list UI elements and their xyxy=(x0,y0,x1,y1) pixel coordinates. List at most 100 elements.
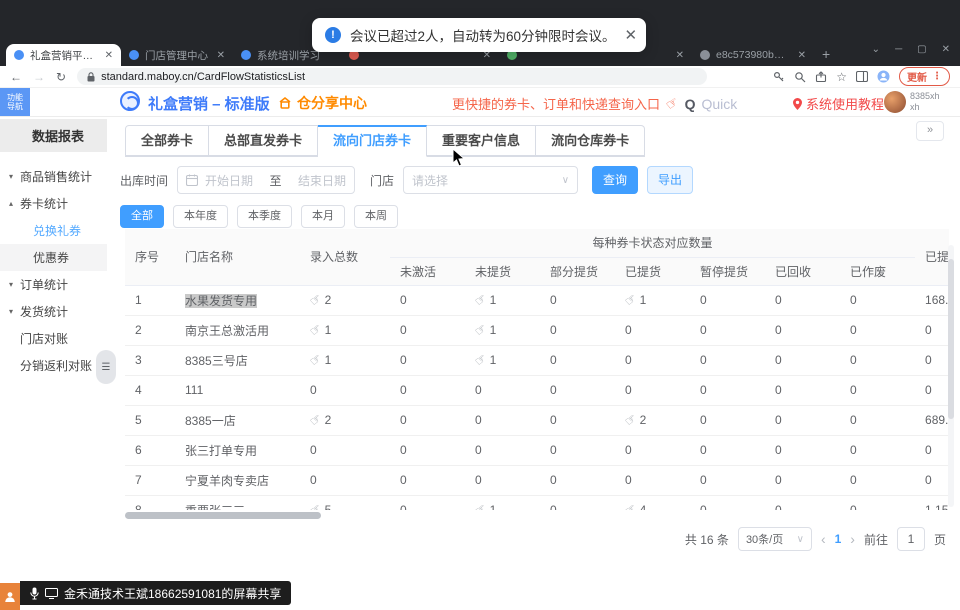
sidebar-item[interactable]: 分销返利对账 xyxy=(0,352,107,379)
tab-总部直发券卡[interactable]: 总部直发券卡 xyxy=(209,125,318,156)
tab-close-icon[interactable]: ✕ xyxy=(105,50,113,61)
function-nav-button[interactable]: 功能 导航 xyxy=(0,88,30,116)
count-link[interactable]: ☞4 xyxy=(625,503,646,510)
share-icon[interactable] xyxy=(815,71,827,83)
quick-label[interactable]: Quick xyxy=(701,96,737,112)
tab-流向门店券卡[interactable]: 流向门店券卡 xyxy=(318,125,427,157)
count-link[interactable]: ☞1 xyxy=(625,293,646,307)
profile-icon[interactable] xyxy=(877,70,890,83)
house-icon xyxy=(278,96,292,110)
pointer-icon: ☞ xyxy=(306,500,325,510)
sidebar-item[interactable]: 优惠券 xyxy=(0,244,107,271)
side-panel-icon[interactable] xyxy=(856,71,868,82)
count-link[interactable]: ☞1 xyxy=(475,293,496,307)
table-row: 2南京王总激活用☞10☞1000000 xyxy=(125,315,949,345)
cell-status: 0 xyxy=(540,345,615,375)
count-link[interactable]: ☞2 xyxy=(310,413,331,427)
col-status: 暂停提货 xyxy=(690,257,765,285)
prev-page-button[interactable]: ‹ xyxy=(821,531,826,547)
quick-range-chip[interactable]: 本月 xyxy=(301,205,345,228)
quick-range-chip[interactable]: 本周 xyxy=(354,205,398,228)
tab-流向仓库券卡[interactable]: 流向仓库券卡 xyxy=(536,125,645,156)
minimize-button[interactable]: ─ xyxy=(895,44,902,55)
forward-icon[interactable]: → xyxy=(33,70,45,84)
store-select[interactable]: 请选择 ∨ xyxy=(403,166,578,194)
count-link[interactable]: ☞1 xyxy=(475,353,496,367)
end-date-placeholder: 结束日期 xyxy=(289,172,347,189)
maximize-button[interactable]: ▢ xyxy=(917,44,926,55)
count-link[interactable]: ☞2 xyxy=(310,293,331,307)
sidebar-item[interactable]: ▾订单统计 xyxy=(0,271,107,298)
pointer-icon: ☞ xyxy=(471,320,490,340)
cell-status: 0 xyxy=(465,465,540,495)
tab-全部券卡[interactable]: 全部券卡 xyxy=(125,125,209,156)
page-size-select[interactable]: 30条/页 ∨ xyxy=(738,527,812,551)
export-button[interactable]: 导出 xyxy=(647,166,693,194)
tab-重要客户信息[interactable]: 重要客户信息 xyxy=(427,125,536,156)
address-bar[interactable]: standard.maboy.cn/CardFlowStatisticsList xyxy=(77,68,707,85)
kebab-menu-icon[interactable]: ⋮ xyxy=(932,71,942,82)
cell-status: 0 xyxy=(690,405,765,435)
tab-close-icon[interactable]: ✕ xyxy=(798,50,806,61)
cell-status: 0 xyxy=(390,495,465,510)
search-button[interactable]: 查询 xyxy=(592,166,638,194)
goto-page-input[interactable]: 1 xyxy=(897,527,925,551)
browser-tab[interactable]: 门店管理中心 ✕ xyxy=(121,44,233,66)
count-link[interactable]: ☞5 xyxy=(310,503,331,510)
panel-collapse-button[interactable]: » xyxy=(916,121,944,141)
date-range-input[interactable]: 开始日期 至 结束日期 xyxy=(177,166,355,194)
zoom-icon[interactable] xyxy=(794,71,806,83)
arrow-down-icon: ▾ xyxy=(9,307,13,316)
close-button[interactable]: ✕ xyxy=(942,44,950,55)
cell-status: 0 xyxy=(690,495,765,510)
toast-close-icon[interactable]: ✕ xyxy=(625,26,638,44)
count-link[interactable]: ☞1 xyxy=(310,353,331,367)
sidebar-item[interactable]: ▴券卡统计 xyxy=(0,190,107,217)
user-avatar[interactable] xyxy=(884,91,906,113)
browser-tab[interactable]: 礼盒营销平台管理中心✕ xyxy=(6,44,121,66)
cell-last: 689.0 xyxy=(915,405,949,435)
count-link[interactable]: ☞2 xyxy=(625,413,646,427)
user-name-box: 8385xh xh xyxy=(910,91,940,113)
store-name: 重要张三三 xyxy=(185,504,245,511)
sidebar-item-label: 分销返利对账 xyxy=(20,357,92,374)
count-link[interactable]: ☞1 xyxy=(475,503,496,510)
browser-toolbar: ← → ↻ standard.maboy.cn/CardFlowStatisti… xyxy=(0,66,960,88)
horizontal-scrollbar[interactable] xyxy=(125,512,949,520)
bookmark-star-icon[interactable]: ☆ xyxy=(836,70,847,84)
horizontal-scrollbar-thumb[interactable] xyxy=(125,512,321,519)
browser-tab[interactable]: e8c573980b1328a258fd2e618 ✕ xyxy=(692,44,814,66)
chrome-update-button[interactable]: 更新 ⋮ xyxy=(899,67,950,86)
sidebar-collapse-handle[interactable]: ☰ xyxy=(96,350,116,384)
sidebar-item[interactable]: ▾商品销售统计 xyxy=(0,163,107,190)
cell-index: 8 xyxy=(125,495,175,510)
tab-close-icon[interactable]: ✕ xyxy=(217,50,225,61)
cell-status: 0 xyxy=(840,285,915,315)
cell-status: 0 xyxy=(690,285,765,315)
tab-search-button[interactable]: ⌄ xyxy=(872,44,880,55)
quick-range-chip[interactable]: 全部 xyxy=(120,205,164,228)
key-icon[interactable] xyxy=(773,71,785,83)
tab-label: e8c573980b1328a258fd2e618 xyxy=(716,49,790,61)
quick-range-chip[interactable]: 本年度 xyxy=(173,205,228,228)
sidebar-item[interactable]: 兑换礼券 xyxy=(0,217,107,244)
taskbar-app-icon[interactable] xyxy=(0,583,20,610)
vertical-scrollbar-thumb[interactable] xyxy=(948,259,954,419)
current-page[interactable]: 1 xyxy=(835,532,842,546)
next-page-button[interactable]: › xyxy=(850,531,855,547)
sidebar-item[interactable]: 门店对账 xyxy=(0,325,107,352)
quick-range-chip[interactable]: 本季度 xyxy=(237,205,292,228)
count-link[interactable]: ☞1 xyxy=(475,323,496,337)
vertical-scrollbar[interactable] xyxy=(948,245,954,507)
quick-search-icon[interactable]: Q xyxy=(685,96,696,112)
tab-close-icon[interactable]: ✕ xyxy=(676,50,684,61)
reload-icon[interactable]: ↻ xyxy=(56,70,66,84)
cell-status: 0 xyxy=(765,405,840,435)
count-link[interactable]: ☞1 xyxy=(310,323,331,337)
sidebar-item[interactable]: ▾发货统计 xyxy=(0,298,107,325)
share-center-link[interactable]: 仓分享中心 xyxy=(278,93,367,113)
tab-label: 门店管理中心 xyxy=(145,48,209,63)
tutorial-link[interactable]: 系统使用教程 xyxy=(793,94,884,113)
back-icon[interactable]: ← xyxy=(10,70,22,84)
new-tab-button[interactable]: + xyxy=(822,46,830,62)
